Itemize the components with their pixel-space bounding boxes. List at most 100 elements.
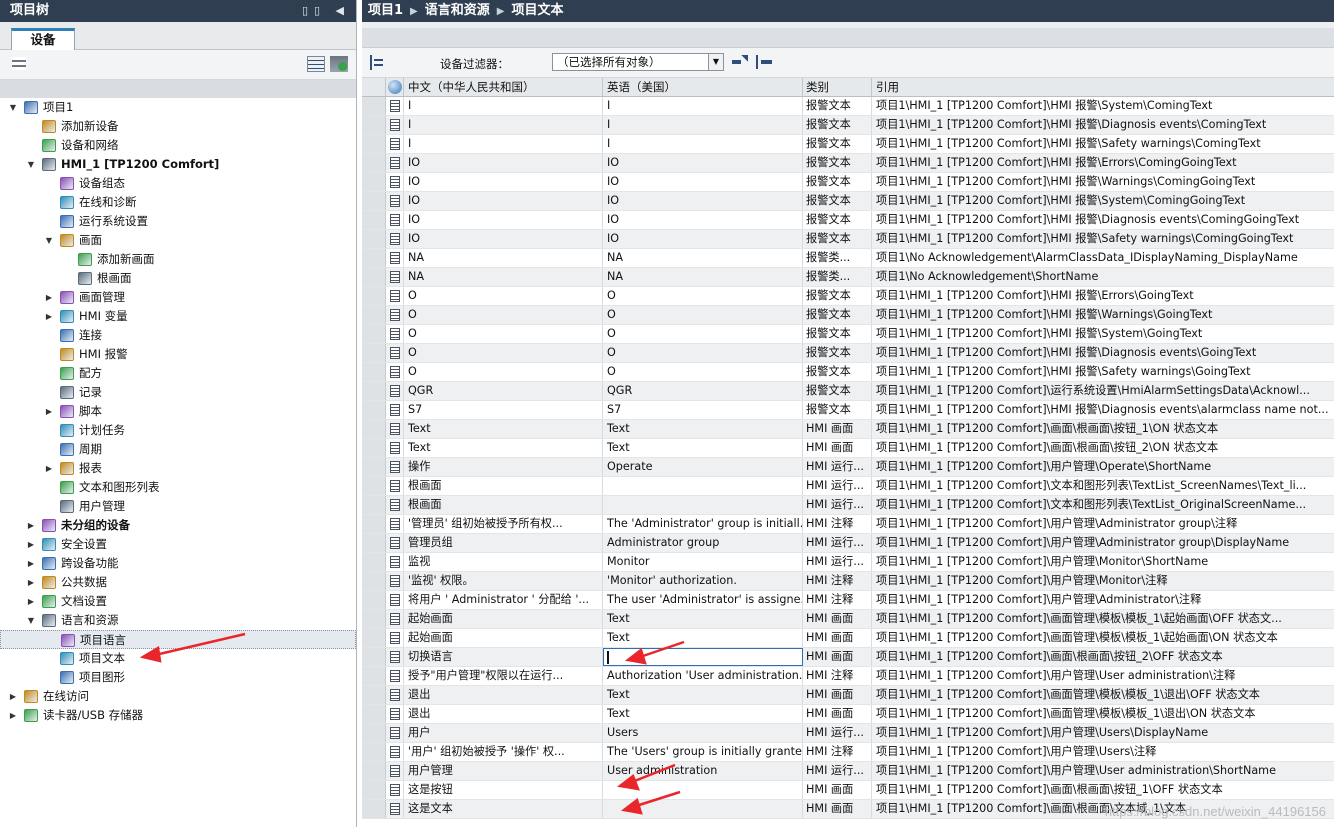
- tree-item[interactable]: ▼ 项目1: [0, 98, 356, 117]
- table-row[interactable]: IO IO 报警文本 项目1\HMI_1 [TP1200 Comfort]\HMI 报…: [362, 154, 1334, 173]
- cell-english[interactable]: User administration: [603, 762, 803, 780]
- tree-item[interactable]: 在线和诊断: [0, 193, 356, 212]
- row-header[interactable]: [362, 135, 386, 153]
- row-header[interactable]: [362, 173, 386, 191]
- row-header[interactable]: [362, 648, 386, 666]
- table-row[interactable]: 起始画面 Text HMI 画面 项目1\HMI_1 [TP1200 Comfort]…: [362, 610, 1334, 629]
- cell-chinese[interactable]: NA: [404, 249, 603, 267]
- cell-chinese[interactable]: '用户' 组初始被授予 '操作' 权...: [404, 743, 603, 761]
- overview-icon[interactable]: [12, 57, 26, 70]
- row-header[interactable]: [362, 363, 386, 381]
- cell-chinese[interactable]: 这是按钮: [404, 781, 603, 799]
- tree-item[interactable]: ▶ 读卡器/USB 存储器: [0, 706, 356, 725]
- tree-item[interactable]: ▶ 画面管理: [0, 288, 356, 307]
- table-row[interactable]: 操作 Operate HMI 运行... 项目1\HMI_1 [TP1200 Comf…: [362, 458, 1334, 477]
- tree-item[interactable]: 项目图形: [0, 668, 356, 687]
- cell-english[interactable]: IO: [603, 230, 803, 248]
- table-row[interactable]: 根画面 HMI 运行... 项目1\HMI_1 [TP1200 Comfort]\文…: [362, 477, 1334, 496]
- cell-english[interactable]: I: [603, 116, 803, 134]
- import-icon[interactable]: [756, 55, 772, 69]
- tree-item[interactable]: ▶ 脚本: [0, 402, 356, 421]
- table-row[interactable]: 退出 Text HMI 画面 项目1\HMI_1 [TP1200 Comfort]\画…: [362, 686, 1334, 705]
- tree-structure-icon[interactable]: [370, 55, 384, 70]
- table-row[interactable]: IO IO 报警文本 项目1\HMI_1 [TP1200 Comfort]\HMI 报…: [362, 230, 1334, 249]
- table-row[interactable]: 授予"用户管理"权限以在运行... Authorization 'User adm…: [362, 667, 1334, 686]
- expand-down-icon[interactable]: ▼: [26, 155, 36, 174]
- table-row[interactable]: 起始画面 Text HMI 画面 项目1\HMI_1 [TP1200 Comfort]…: [362, 629, 1334, 648]
- cell-chinese[interactable]: QGR: [404, 382, 603, 400]
- table-row[interactable]: 管理员组 Administrator group HMI 运行... 项目1\HMI_…: [362, 534, 1334, 553]
- table-row[interactable]: I I 报警文本 项目1\HMI_1 [TP1200 Comfort]\HMI 报警\…: [362, 135, 1334, 154]
- row-header[interactable]: [362, 762, 386, 780]
- cell-english[interactable]: The 'Users' group is initially grante...: [603, 743, 803, 761]
- table-row[interactable]: 用户 Users HMI 运行... 项目1\HMI_1 [TP1200 Comfor…: [362, 724, 1334, 743]
- row-header[interactable]: [362, 382, 386, 400]
- cell-chinese[interactable]: 退出: [404, 686, 603, 704]
- table-row[interactable]: O O 报警文本 项目1\HMI_1 [TP1200 Comfort]\HMI 报警\…: [362, 363, 1334, 382]
- row-header[interactable]: [362, 458, 386, 476]
- expand-down-icon[interactable]: ▼: [44, 231, 54, 250]
- expand-down-icon[interactable]: ▼: [26, 611, 36, 630]
- filter-icon[interactable]: [392, 54, 407, 69]
- tree-item[interactable]: ▼ HMI_1 [TP1200 Comfort]: [0, 155, 356, 174]
- cell-english[interactable]: S7: [603, 401, 803, 419]
- breadcrumb-item[interactable]: 语言和资源: [425, 3, 490, 18]
- row-header[interactable]: [362, 211, 386, 229]
- cell-english[interactable]: Users: [603, 724, 803, 742]
- tree-item[interactable]: 添加新画面: [0, 250, 356, 269]
- cell-chinese[interactable]: O: [404, 363, 603, 381]
- cell-chinese[interactable]: Text: [404, 420, 603, 438]
- table-row[interactable]: NA NA 报警类... 项目1\No Acknowledgement\ShortNa…: [362, 268, 1334, 287]
- expand-right-icon[interactable]: ▶: [26, 535, 36, 554]
- row-header[interactable]: [362, 781, 386, 799]
- cell-english[interactable]: [603, 800, 803, 818]
- column-header-chinese[interactable]: 中文（中华人民共和国）: [404, 78, 603, 96]
- cell-english[interactable]: [603, 496, 803, 514]
- column-header-reference[interactable]: 引用: [872, 78, 1334, 96]
- cell-english[interactable]: O: [603, 325, 803, 343]
- cell-english[interactable]: Text: [603, 420, 803, 438]
- table-row[interactable]: IO IO 报警文本 项目1\HMI_1 [TP1200 Comfort]\HMI 报…: [362, 211, 1334, 230]
- tree-item[interactable]: ▼ 语言和资源: [0, 611, 356, 630]
- export-icon[interactable]: [732, 55, 748, 69]
- table-row[interactable]: '用户' 组初始被授予 '操作' 权... The 'Users' group i…: [362, 743, 1334, 762]
- cell-english[interactable]: NA: [603, 249, 803, 267]
- row-header[interactable]: [362, 97, 386, 115]
- row-header[interactable]: [362, 287, 386, 305]
- cell-english[interactable]: Monitor: [603, 553, 803, 571]
- row-header[interactable]: [362, 268, 386, 286]
- row-header[interactable]: [362, 743, 386, 761]
- table-row[interactable]: I I 报警文本 项目1\HMI_1 [TP1200 Comfort]\HMI 报警\…: [362, 116, 1334, 135]
- tree-item[interactable]: 文本和图形列表: [0, 478, 356, 497]
- expand-right-icon[interactable]: ▶: [44, 288, 54, 307]
- cell-chinese[interactable]: IO: [404, 173, 603, 191]
- row-header[interactable]: [362, 610, 386, 628]
- table-row[interactable]: Text Text HMI 画面 项目1\HMI_1 [TP1200 Comfort]…: [362, 420, 1334, 439]
- tree-item[interactable]: 项目语言: [0, 630, 356, 649]
- cell-chinese[interactable]: IO: [404, 154, 603, 172]
- table-row[interactable]: 退出 Text HMI 画面 项目1\HMI_1 [TP1200 Comfort]\画…: [362, 705, 1334, 724]
- tree-item[interactable]: 设备和网络: [0, 136, 356, 155]
- cell-chinese[interactable]: IO: [404, 192, 603, 210]
- cell-chinese[interactable]: 切换语言: [404, 648, 603, 666]
- cell-chinese[interactable]: 将用户 ' Administrator ' 分配给 '...: [404, 591, 603, 609]
- row-header[interactable]: [362, 705, 386, 723]
- cell-english[interactable]: I: [603, 135, 803, 153]
- tree-item[interactable]: 运行系统设置: [0, 212, 356, 231]
- row-header[interactable]: [362, 306, 386, 324]
- cell-english[interactable]: The user 'Administrator' is assigne...: [603, 591, 803, 609]
- cell-chinese[interactable]: 用户: [404, 724, 603, 742]
- cell-chinese[interactable]: NA: [404, 268, 603, 286]
- cell-chinese[interactable]: 根画面: [404, 477, 603, 495]
- table-row[interactable]: 将用户 ' Administrator ' 分配给 '... The user '…: [362, 591, 1334, 610]
- expand-down-icon[interactable]: ▼: [8, 98, 18, 117]
- breadcrumb-item[interactable]: 项目1: [368, 3, 403, 18]
- cell-chinese[interactable]: '监视' 权限。: [404, 572, 603, 590]
- tree-item[interactable]: 周期: [0, 440, 356, 459]
- row-header[interactable]: [362, 249, 386, 267]
- tree-item[interactable]: ▶ 未分组的设备: [0, 516, 356, 535]
- cell-chinese[interactable]: IO: [404, 230, 603, 248]
- table-row[interactable]: '管理员' 组初始被授予所有权... The 'Administrator' gr…: [362, 515, 1334, 534]
- row-header[interactable]: [362, 496, 386, 514]
- tree-item[interactable]: 根画面: [0, 269, 356, 288]
